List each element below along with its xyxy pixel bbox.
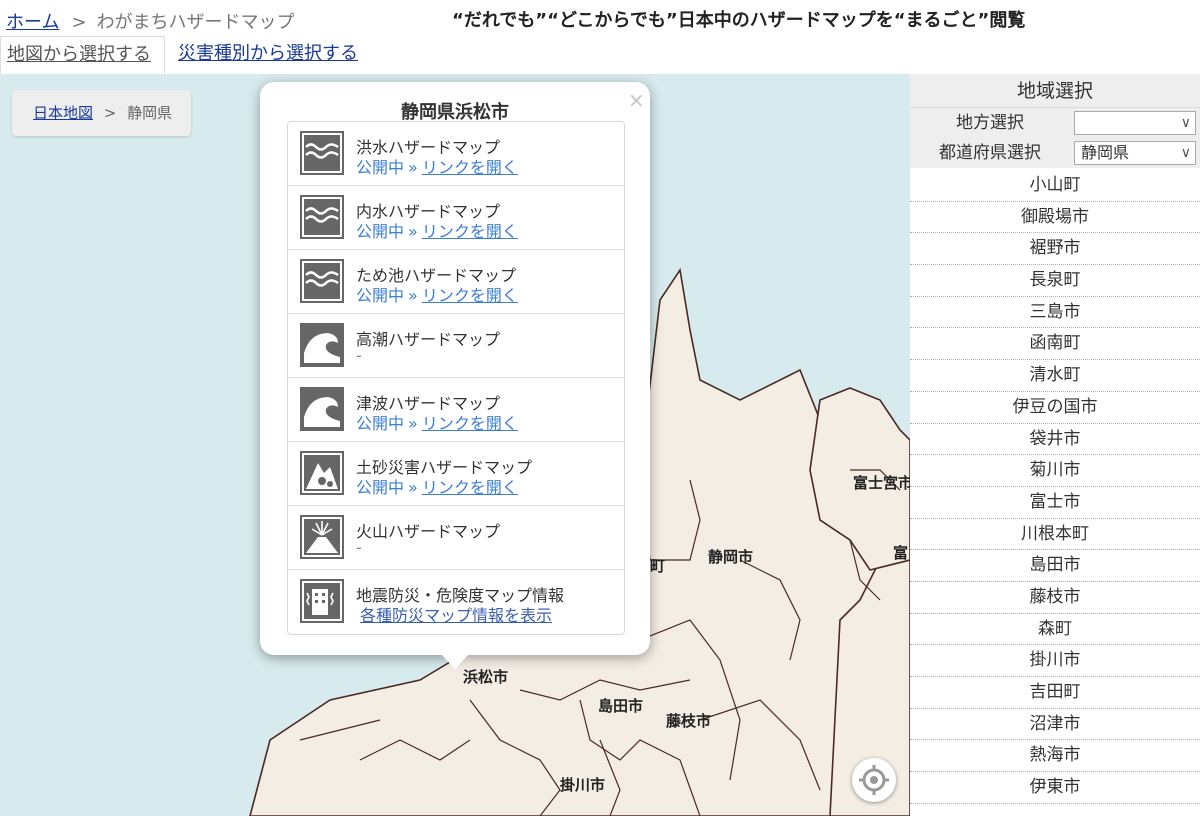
list-item-earthquake: 地震防災・危険度マップ情報 各種防災マップ情報を表示 (288, 570, 624, 634)
open-link[interactable]: リンクを開く (422, 478, 518, 497)
link-arrow: » (408, 222, 418, 241)
region-row: 地方選択 ∨ (910, 108, 1200, 138)
breadcrumb-current: わがまちハザードマップ (96, 12, 295, 33)
map-label-fujinomiya: 富士宮市 (853, 474, 910, 492)
inland-flood-icon (300, 195, 344, 239)
city-item[interactable]: 袋井市 (910, 424, 1200, 456)
hazard-name: 火山ハザードマップ (356, 522, 501, 541)
landslide-icon (300, 451, 344, 495)
prefecture-row: 都道府県選択 静岡県 ∨ (910, 138, 1200, 168)
hazard-status: - (356, 538, 362, 557)
tsunami-icon (300, 387, 344, 431)
map-breadcrumb-separator: > (103, 104, 117, 122)
map-label-kakegawa: 掛川市 (560, 776, 606, 794)
panel-title: 地域選択 (910, 74, 1200, 108)
map-label-shimada: 島田市 (598, 697, 644, 715)
map-label-shizuoka: 静岡市 (708, 548, 754, 566)
city-item[interactable]: 沼津市 (910, 709, 1200, 741)
map-breadcrumb-current: 静岡県 (127, 104, 173, 122)
hazard-status: 公開中» リンクを開く (356, 410, 518, 434)
region-label: 地方選択 (956, 113, 1024, 133)
reservoir-icon (300, 259, 344, 303)
city-item[interactable]: 清水町 (910, 360, 1200, 392)
link-arrow: » (408, 158, 418, 177)
open-link[interactable]: リンクを開く (422, 158, 518, 177)
volcano-icon (300, 515, 344, 559)
hazard-status: 公開中» リンクを開く (356, 474, 518, 498)
city-item[interactable]: 裾野市 (910, 233, 1200, 266)
link-arrow: » (408, 478, 418, 497)
city-item[interactable]: 函南町 (910, 328, 1200, 361)
locate-button[interactable] (852, 758, 896, 802)
city-list: 小山町 御殿場市 裾野市 長泉町 三島市 函南町 清水町 伊豆の国市 袋井市 菊… (910, 170, 1200, 804)
list-item-landslide: 土砂災害ハザードマップ 公開中» リンクを開く (288, 442, 624, 506)
city-item[interactable]: 三島市 (910, 297, 1200, 329)
top-bar: ホーム > わがまちハザードマップ “だれでも”“どこからでも”日本中のハザードマッ… (0, 0, 1200, 36)
open-link[interactable]: リンクを開く (422, 286, 518, 305)
city-item[interactable]: 伊東市 (910, 772, 1200, 804)
japan-map-link[interactable]: 日本地図 (33, 104, 93, 122)
hazard-popup: × 静岡県浜松市 洪水ハザードマップ 公開中» リンクを開く 内水ハザードマップ … (260, 82, 650, 655)
map-label-hamamatsu: 浜松市 (463, 668, 509, 686)
chevron-down-icon: ∨ (1180, 145, 1191, 161)
open-link[interactable]: リンクを開く (422, 222, 518, 241)
map-label-fujieda: 藤枝市 (666, 712, 712, 730)
list-item-tsunami: 津波ハザードマップ 公開中» リンクを開く (288, 378, 624, 442)
open-link[interactable]: リンクを開く (422, 414, 518, 433)
city-item[interactable]: 伊豆の国市 (910, 392, 1200, 424)
earthquake-building-icon (300, 579, 344, 623)
disaster-map-info-link[interactable]: 各種防災マップ情報を表示 (360, 602, 552, 626)
city-item[interactable]: 藤枝市 (910, 582, 1200, 614)
hazard-status: - (356, 346, 362, 365)
hazard-status: 公開中» リンクを開く (356, 218, 518, 242)
chevron-down-icon: ∨ (1180, 115, 1191, 131)
list-item-flood: 洪水ハザードマップ 公開中» リンクを開く (288, 122, 624, 186)
city-item[interactable]: 掛川市 (910, 645, 1200, 677)
prefecture-select-value: 静岡県 (1081, 143, 1130, 162)
list-item-inland-flood: 内水ハザードマップ 公開中» リンクを開く (288, 186, 624, 250)
prefecture-label: 都道府県選択 (939, 143, 1041, 163)
city-item[interactable]: 小山町 (910, 170, 1200, 202)
hazard-list: 洪水ハザードマップ 公開中» リンクを開く 内水ハザードマップ 公開中» リンクを開… (287, 121, 625, 635)
region-panel: 地域選択 地方選択 ∨ 都道府県選択 静岡県 ∨ 小山町 御殿場市 裾野市 長泉… (910, 74, 1200, 816)
tab-select-by-map[interactable]: 地図から選択する (0, 36, 165, 74)
popup-tail (440, 653, 470, 669)
tab-select-by-disaster-type[interactable]: 災害種別から選択する (172, 36, 364, 74)
map-breadcrumb: 日本地図 > 静岡県 (12, 90, 191, 136)
hazard-name: 高潮ハザードマップ (356, 330, 501, 349)
status-open: 公開中 (356, 286, 405, 305)
breadcrumb: ホーム > わがまちハザードマップ (6, 8, 295, 34)
crosshair-icon (859, 765, 889, 795)
city-item[interactable]: 熱海市 (910, 740, 1200, 773)
tab-bar: 地図から選択する 災害種別から選択する (0, 36, 1200, 74)
status-open: 公開中 (356, 222, 405, 241)
city-item[interactable]: 川根本町 (910, 519, 1200, 551)
status-open: 公開中 (356, 414, 405, 433)
status-open: 公開中 (356, 158, 405, 177)
map-label-partial-town: 町 (650, 557, 666, 575)
list-item-volcano: 火山ハザードマップ - (288, 506, 624, 570)
home-link[interactable]: ホーム (6, 12, 59, 33)
page-headline: “だれでも”“どこからでも”日本中のハザードマップを“まるごと”閲覧 (452, 10, 1026, 31)
link-arrow: » (408, 286, 418, 305)
flood-icon (300, 131, 344, 175)
list-item-storm-surge: 高潮ハザードマップ - (288, 314, 624, 378)
prefecture-select[interactable]: 静岡県 ∨ (1074, 141, 1196, 165)
link-arrow: » (408, 414, 418, 433)
status-open: 公開中 (356, 478, 405, 497)
list-item-reservoir: ため池ハザードマップ 公開中» リンクを開く (288, 250, 624, 314)
hazard-status: 公開中» リンクを開く (356, 282, 518, 306)
city-item[interactable]: 吉田町 (910, 677, 1200, 709)
city-item[interactable]: 富士市 (910, 487, 1200, 519)
city-item[interactable]: 菊川市 (910, 455, 1200, 487)
city-item[interactable]: 島田市 (910, 550, 1200, 582)
breadcrumb-separator: > (71, 12, 87, 33)
city-item[interactable]: 森町 (910, 614, 1200, 646)
map-label-partial-fuji: 富 (893, 544, 909, 562)
city-item[interactable]: 御殿場市 (910, 202, 1200, 234)
storm-surge-icon (300, 323, 344, 367)
hazard-status: 公開中» リンクを開く (356, 154, 518, 178)
region-select[interactable]: ∨ (1074, 111, 1196, 135)
city-item[interactable]: 長泉町 (910, 265, 1200, 297)
